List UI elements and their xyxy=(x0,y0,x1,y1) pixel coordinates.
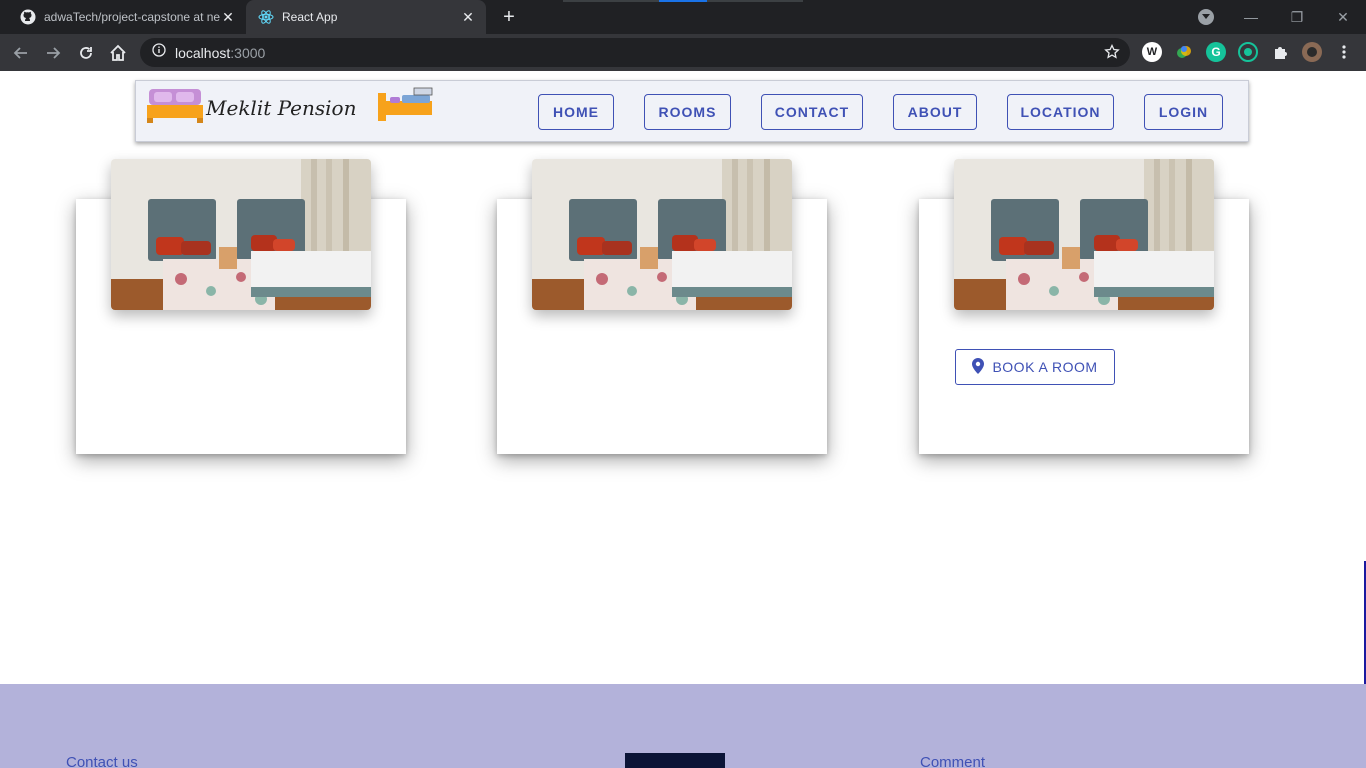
nav-login-button[interactable]: LOGIN xyxy=(1144,94,1223,130)
color-picker-extension-icon[interactable] xyxy=(1174,42,1194,62)
tracker-extension-icon[interactable] xyxy=(1238,42,1258,62)
page-viewport: Meklit Pension HOME ROOMS CONTACT ABOUT … xyxy=(0,71,1366,768)
back-button[interactable] xyxy=(8,40,34,66)
close-window-button[interactable]: ✕ xyxy=(1320,0,1366,34)
bedroom-photo[interactable] xyxy=(532,159,792,310)
react-icon xyxy=(258,9,274,25)
info-icon[interactable] xyxy=(152,43,166,62)
bedroom-photo[interactable] xyxy=(954,159,1214,310)
footer-comment-heading: Comment xyxy=(920,754,986,768)
bookmark-star-icon[interactable] xyxy=(1104,43,1120,65)
book-a-room-label: BOOK A ROOM xyxy=(992,359,1098,375)
extensions-puzzle-icon[interactable] xyxy=(1270,42,1290,62)
address-bar[interactable]: localhost:3000 xyxy=(140,38,1130,67)
book-a-room-button[interactable]: BOOK A ROOM xyxy=(955,349,1115,385)
footer-center-block xyxy=(625,753,725,768)
bedroom-photo[interactable] xyxy=(111,159,371,310)
tab-title: adwaTech/project-capstone at ne xyxy=(44,10,220,24)
profile-avatar[interactable] xyxy=(1302,42,1322,62)
close-icon[interactable]: ✕ xyxy=(220,9,236,25)
reload-button[interactable] xyxy=(73,40,99,66)
grammarly-extension-icon[interactable]: G xyxy=(1206,42,1226,62)
forward-button[interactable] xyxy=(40,40,66,66)
minimize-button[interactable]: — xyxy=(1228,0,1274,34)
home-button[interactable] xyxy=(105,40,131,66)
nav-rooms-button[interactable]: ROOMS xyxy=(644,94,731,130)
nav-home-button[interactable]: HOME xyxy=(538,94,614,130)
tab-title: React App xyxy=(282,10,338,24)
nav-location-button[interactable]: LOCATION xyxy=(1007,94,1114,130)
github-icon xyxy=(20,9,36,25)
site-footer: Contact us Comment xyxy=(0,684,1366,768)
wappalyzer-extension-icon[interactable]: W xyxy=(1142,42,1162,62)
restore-button[interactable]: ❐ xyxy=(1274,0,1320,34)
menu-kebab-icon[interactable] xyxy=(1334,42,1354,62)
site-navbar: Meklit Pension HOME ROOMS CONTACT ABOUT … xyxy=(135,80,1249,142)
url-text: localhost:3000 xyxy=(175,44,266,61)
close-icon[interactable]: ✕ xyxy=(460,9,476,25)
location-pin-icon xyxy=(972,357,985,377)
browser-toolbar: localhost:3000 W G xyxy=(0,34,1366,71)
tab-react-app[interactable]: React App ✕ xyxy=(246,0,486,34)
footer-contact-heading: Contact us xyxy=(66,754,138,768)
svg-text:Meklit Pension: Meklit Pension xyxy=(205,96,356,120)
new-tab-button[interactable]: + xyxy=(498,6,520,28)
site-logo[interactable]: Meklit Pension xyxy=(146,87,436,127)
tab-search-icon[interactable] xyxy=(1198,9,1214,25)
tab-github[interactable]: adwaTech/project-capstone at ne ✕ xyxy=(8,0,246,34)
nav-about-button[interactable]: ABOUT xyxy=(893,94,977,130)
browser-title-bar: adwaTech/project-capstone at ne ✕ React … xyxy=(0,0,1366,34)
tab-strip-indicator xyxy=(659,0,707,2)
nav-contact-button[interactable]: CONTACT xyxy=(761,94,863,130)
